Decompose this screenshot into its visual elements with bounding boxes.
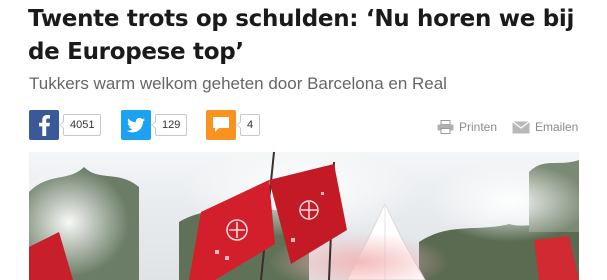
print-link[interactable]: Printen: [437, 120, 497, 134]
article-headline: Twente trots op schulden: ‘Nu horen we b…: [28, 3, 588, 69]
print-label: Printen: [459, 120, 498, 134]
envelope-icon: [512, 120, 530, 133]
article-subtitle: Tukkers warm welkom geheten door Barcelo…: [29, 74, 447, 93]
email-link[interactable]: Emailen: [512, 120, 578, 134]
twitter-share-button[interactable]: 129: [121, 110, 188, 140]
facebook-share-count: 4051: [58, 114, 102, 136]
printer-icon: [437, 120, 454, 134]
facebook-icon: [29, 110, 59, 140]
headline-line-1: Twente trots op schulden: ‘Nu horen we b…: [28, 6, 575, 32]
twitter-share-count: 129: [150, 114, 188, 136]
comments-count: 4: [235, 114, 261, 136]
article-photo: [29, 152, 579, 280]
facebook-share-button[interactable]: 4051: [29, 110, 102, 140]
comments-button[interactable]: 4: [206, 110, 261, 140]
share-bar: 4051 129 4 Printen Emailen: [29, 110, 589, 142]
comment-icon: [206, 110, 236, 140]
email-label: Emailen: [535, 120, 579, 134]
headline-line-2: de Europese top’: [28, 39, 244, 65]
twitter-icon: [121, 110, 151, 140]
